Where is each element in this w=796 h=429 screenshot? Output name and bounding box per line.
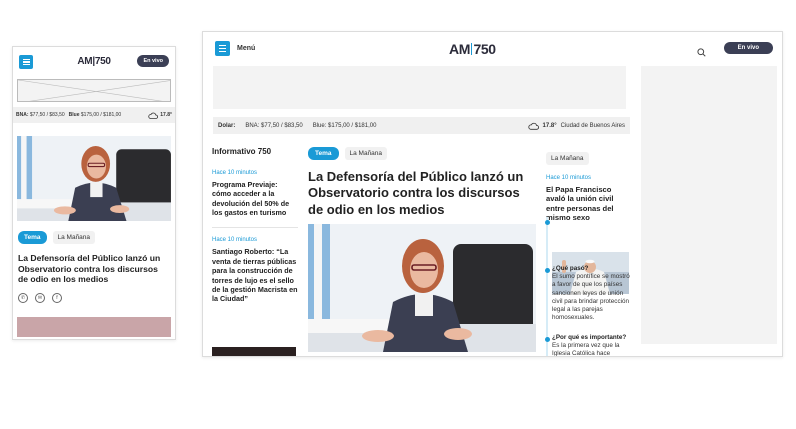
timeline-dot [544, 337, 550, 342]
main-article-title[interactable]: La Defensoría del Público lanzó un Obser… [308, 169, 536, 218]
list-item-thumbnail[interactable] [212, 347, 296, 356]
hero-image[interactable] [17, 136, 171, 221]
menu-toggle[interactable]: Menú [215, 41, 255, 56]
informativo-column: Informativo 750 Hace 10 minutos Programa… [212, 147, 298, 304]
weather: 17.8° Ciudad de Buenos Aires [527, 122, 625, 130]
menu-icon[interactable] [215, 41, 230, 56]
search-button[interactable] [697, 44, 706, 62]
divider [212, 227, 298, 229]
bna-quote: BNA: $77,50 / $83,50 [245, 122, 303, 129]
item-time: Hace 10 minutos [212, 170, 258, 176]
section-tag[interactable]: La Mañana [52, 231, 96, 244]
site-logo[interactable]: AM 750 [449, 41, 496, 57]
desktop-header: Menú AM 750 En vivo [203, 32, 782, 65]
menu-icon[interactable] [19, 55, 33, 69]
hero-photo [308, 224, 536, 352]
city-name: Ciudad de Buenos Aires [560, 122, 625, 129]
live-button[interactable]: En vivo [723, 42, 773, 54]
weather: 17.8° [148, 112, 172, 119]
timeline-dot [544, 268, 550, 273]
tag-tema[interactable]: Tema [308, 147, 339, 160]
cloud-icon [527, 122, 539, 130]
list-item[interactable]: Hace 10 minutos Santiago Roberto: “La ve… [212, 237, 298, 303]
qa-item: ¿Por qué es importante? Es la primera ve… [552, 334, 632, 357]
desktop-view: Menú AM 750 En vivo Dolar: BNA: $77,50 / … [202, 31, 783, 357]
live-button[interactable]: En vivo [137, 55, 169, 67]
mobile-tags: Tema La Mañana [18, 231, 175, 244]
ad-banner [213, 66, 626, 109]
qa-question: ¿Qué pasó? [552, 265, 589, 272]
mobile-header: AM|750 En vivo [13, 47, 175, 77]
mobile-article-title[interactable]: La Defensoría del Público lanzó un Obser… [18, 253, 170, 285]
blue-value: $175,00 / $181,00 [80, 112, 122, 118]
ad-placeholder-cross [18, 80, 170, 101]
desktop-ticker: Dolar: BNA: $77,50 / $83,50 Blue: $175,0… [213, 117, 630, 134]
list-item[interactable]: Hace 10 minutos Programa Previaje: cómo … [212, 170, 298, 217]
logo-left: AM [449, 41, 470, 57]
ad-placeholder [17, 79, 171, 102]
right-article: La Mañana Hace 10 minutos El Papa Franci… [546, 147, 630, 223]
main-article-tags: Tema La Mañana [308, 147, 536, 160]
item-time: Hace 10 minutos [212, 237, 258, 244]
next-article-image[interactable] [17, 317, 171, 338]
qa-answer: Es la primera vez que la Iglesia Católic… [552, 342, 620, 357]
right-article-time: Hace 10 minutos [546, 175, 592, 181]
mobile-ticker: BNA: $77,50 / $83,50 Blue $175,00 / $181… [13, 107, 175, 123]
item-headline[interactable]: Programa Previaje: cómo acceder a la dev… [212, 180, 298, 217]
tag-tema[interactable]: Tema [18, 231, 47, 244]
temperature: 17.8° [542, 122, 557, 129]
email-icon[interactable]: ✉ [35, 293, 45, 304]
timeline-line [546, 217, 548, 356]
section-tag[interactable]: La Mañana [546, 152, 589, 165]
qa-item: ¿Qué pasó? El sumo pontífice se mostró a… [552, 265, 632, 322]
bna-label: BNA: [16, 112, 29, 118]
logo-right: 750 [473, 41, 496, 57]
hero-image[interactable] [308, 224, 536, 352]
timeline-dot [544, 220, 550, 225]
temperature: 17.8° [160, 112, 172, 118]
blue-label: Blue [68, 112, 80, 118]
facebook-icon[interactable]: f [52, 293, 62, 304]
item-headline[interactable]: Santiago Roberto: “La venta de tierras p… [212, 247, 298, 303]
screenshot-stage: AM|750 En vivo BNA: $77,50 / $83,50 Blue… [0, 0, 796, 429]
search-icon [697, 48, 706, 57]
qa-question: ¿Por qué es importante? [552, 334, 627, 341]
bna-value: $77,50 / $83,50 [29, 112, 65, 118]
blue-quote: Blue: $175,00 / $181,00 [312, 122, 377, 129]
side-ad [641, 66, 777, 344]
cloud-icon [148, 112, 159, 119]
dolar-label: Dolar: [218, 122, 236, 129]
qa-answer: El sumo pontífice se mostró a favor de q… [552, 273, 630, 322]
site-logo[interactable]: AM|750 [77, 56, 111, 67]
informativo-title[interactable]: Informativo 750 [212, 147, 298, 156]
whatsapp-icon[interactable]: ✆ [18, 293, 28, 304]
right-article-title[interactable]: El Papa Francisco avaló la unión civil e… [546, 185, 630, 223]
main-article: Tema La Mañana La Defensoría del Público… [308, 147, 536, 218]
section-tag[interactable]: La Mañana [344, 147, 388, 160]
logo-bar [470, 43, 473, 55]
share-buttons: ✆ ✉ f [18, 293, 175, 304]
hero-photo [17, 136, 171, 221]
menu-label[interactable]: Menú [237, 45, 255, 52]
mobile-view: AM|750 En vivo BNA: $77,50 / $83,50 Blue… [12, 46, 176, 340]
